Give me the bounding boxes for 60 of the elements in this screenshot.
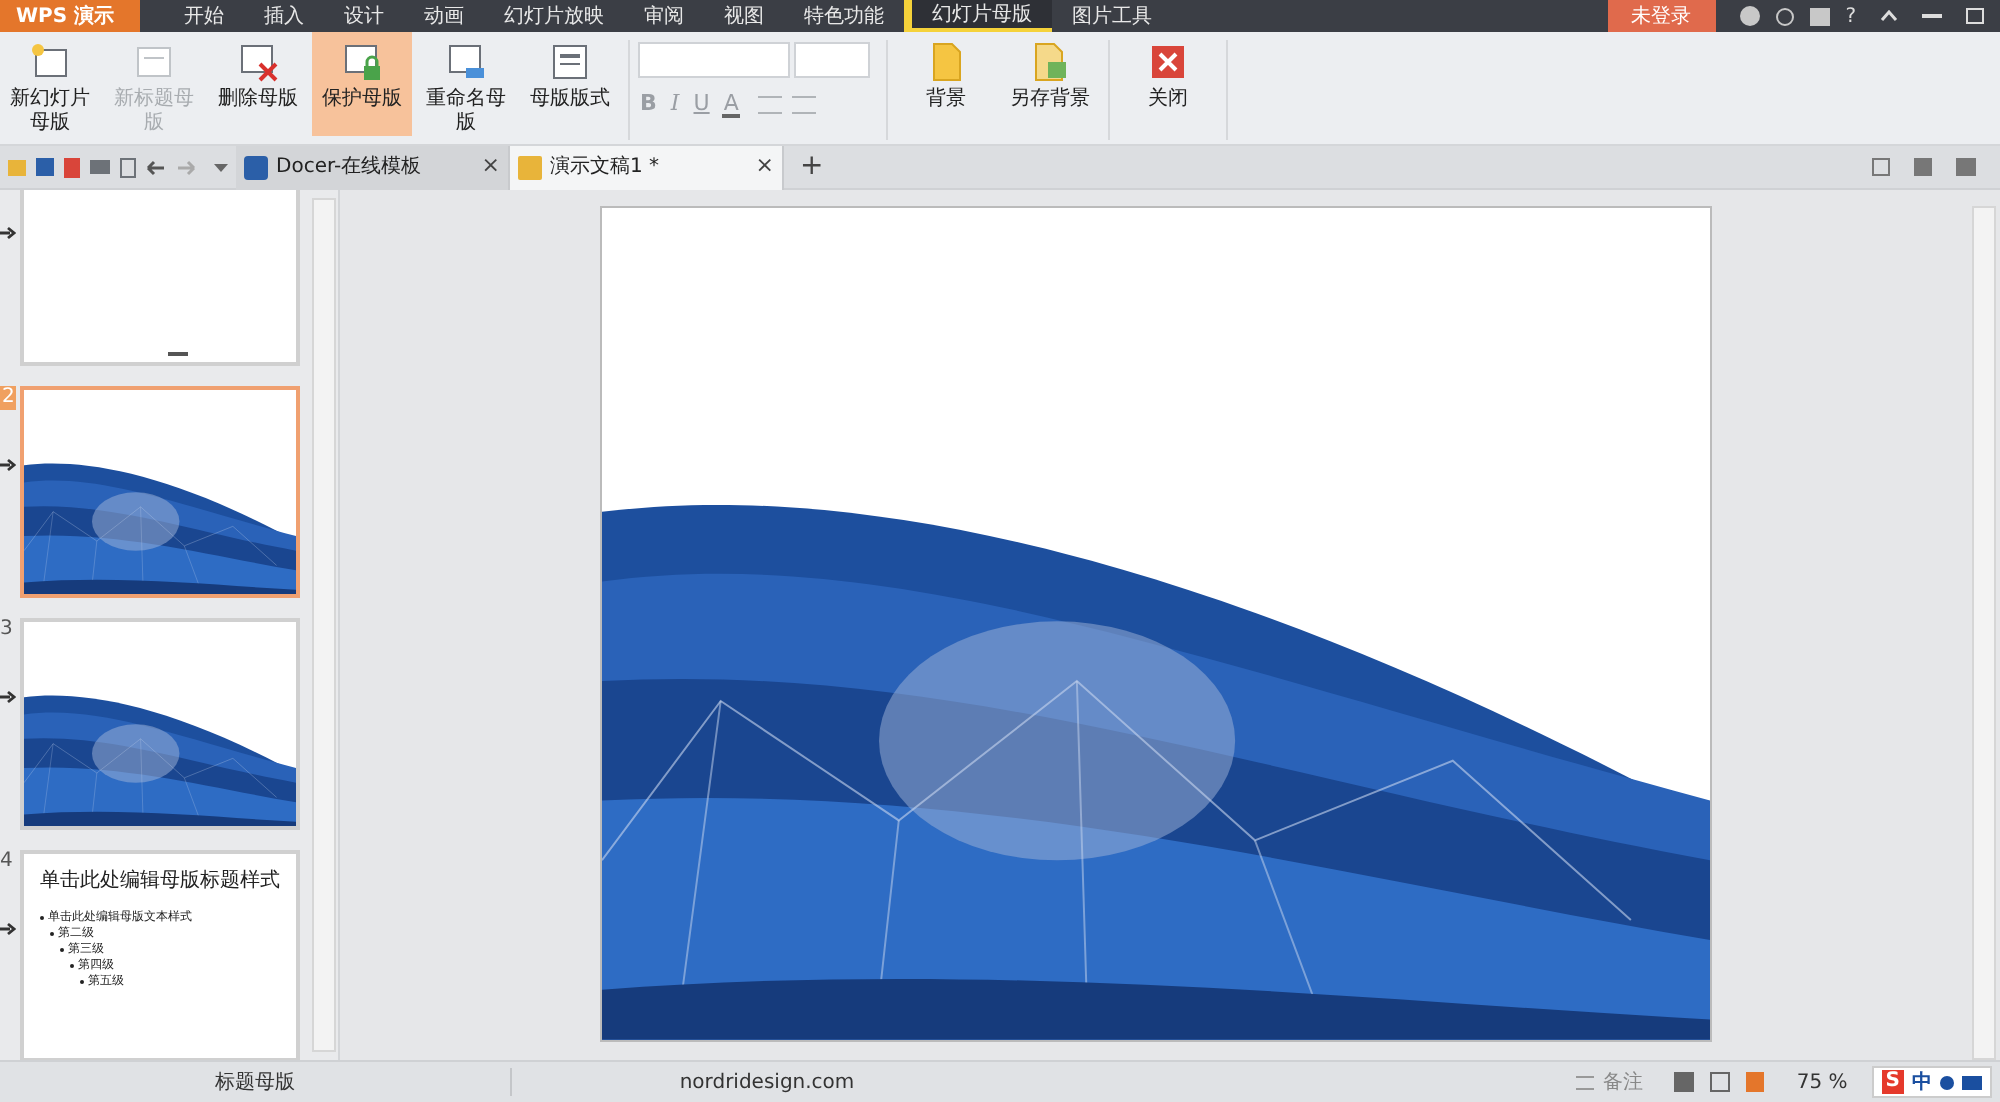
collapse-icon[interactable] bbox=[1880, 10, 1898, 22]
slide-title-text: 单击此处编辑母版标题样式 bbox=[38, 870, 282, 894]
template-name: nordridesign.com bbox=[677, 1069, 857, 1097]
dropdown-icon[interactable] bbox=[214, 163, 228, 171]
slide-thumbnail[interactable] bbox=[20, 190, 300, 366]
document-tab[interactable]: 演示文稿1 * × bbox=[510, 145, 784, 189]
layout-icon bbox=[548, 40, 592, 84]
font-name-dropdown[interactable] bbox=[638, 42, 790, 78]
scrollbar[interactable] bbox=[312, 198, 336, 1052]
ime-logo: S bbox=[1881, 1070, 1904, 1094]
document-tab[interactable]: Docer-在线模板 × bbox=[236, 145, 510, 189]
close-tab-button[interactable]: × bbox=[481, 150, 500, 184]
slide-number: 2 bbox=[0, 386, 17, 410]
menu-tab[interactable]: 幻灯片放映 bbox=[484, 0, 624, 32]
slide-thumbnail[interactable] bbox=[20, 618, 300, 830]
normal-view-icon[interactable] bbox=[1674, 1072, 1695, 1092]
menu-tab[interactable]: 开始 bbox=[164, 0, 244, 32]
redo-icon[interactable] bbox=[176, 159, 196, 175]
slide-rename-icon bbox=[444, 40, 488, 84]
ribbon-button[interactable]: 背景 bbox=[896, 32, 996, 136]
ribbon-button[interactable]: 新幻灯片母版 bbox=[0, 32, 100, 136]
ime-mode: 中 bbox=[1912, 1069, 1932, 1097]
help-button[interactable]: ? bbox=[1845, 1, 1856, 31]
ribbon-button[interactable]: 重命名母版 bbox=[416, 32, 516, 136]
ribbon-button[interactable]: 母版版式 bbox=[520, 32, 620, 136]
ribbon-button[interactable]: 保护母版 bbox=[312, 32, 412, 136]
menu-tab[interactable]: 幻灯片母版 bbox=[904, 0, 1052, 32]
menu-tab[interactable]: 图片工具 bbox=[1052, 0, 1172, 32]
ribbon-button[interactable]: 关闭 bbox=[1118, 32, 1218, 136]
tab-title: Docer-在线模板 bbox=[276, 153, 424, 182]
notes-icon[interactable] bbox=[1576, 1075, 1595, 1089]
layout-name: 标题母版 bbox=[213, 1069, 297, 1097]
menu-tab[interactable]: 设计 bbox=[324, 0, 404, 32]
ribbon-button[interactable]: 另存背景 bbox=[1000, 32, 1100, 136]
menu-tab[interactable]: 视图 bbox=[704, 0, 784, 32]
slide-delete-icon bbox=[236, 40, 280, 84]
close-icon bbox=[1146, 40, 1190, 84]
tab-title: 演示文稿1 * bbox=[550, 153, 662, 182]
undo-icon[interactable] bbox=[146, 159, 166, 175]
zoom-level: 75 % bbox=[1796, 1069, 1848, 1097]
slide-number: 4 bbox=[0, 850, 13, 874]
menu-tab[interactable]: 动画 bbox=[404, 0, 484, 32]
sorter-view-icon[interactable] bbox=[1710, 1072, 1731, 1092]
menu-tab[interactable]: 特色功能 bbox=[784, 0, 904, 32]
ribbon-button[interactable]: 删除母版 bbox=[208, 32, 308, 136]
numbered-list-icon[interactable] bbox=[792, 95, 817, 114]
slide-lock-icon bbox=[340, 40, 384, 84]
slide-thumbnail[interactable] bbox=[20, 386, 300, 598]
bullet-list-icon[interactable] bbox=[758, 95, 783, 114]
slide-number: 3 bbox=[0, 618, 13, 642]
ime-toolbar[interactable]: S 中 bbox=[1871, 1066, 1992, 1098]
close-tab-button[interactable]: × bbox=[755, 150, 774, 184]
new-tab-button[interactable]: + bbox=[800, 146, 824, 188]
font-size-dropdown[interactable] bbox=[794, 42, 870, 78]
document-icon bbox=[518, 155, 542, 179]
menu-tab[interactable]: 插入 bbox=[244, 0, 324, 32]
preview-icon[interactable] bbox=[120, 157, 136, 177]
menu-tab[interactable]: 审阅 bbox=[624, 0, 704, 32]
scrollbar[interactable] bbox=[1972, 206, 1996, 1060]
slide-canvas[interactable] bbox=[600, 206, 1712, 1042]
